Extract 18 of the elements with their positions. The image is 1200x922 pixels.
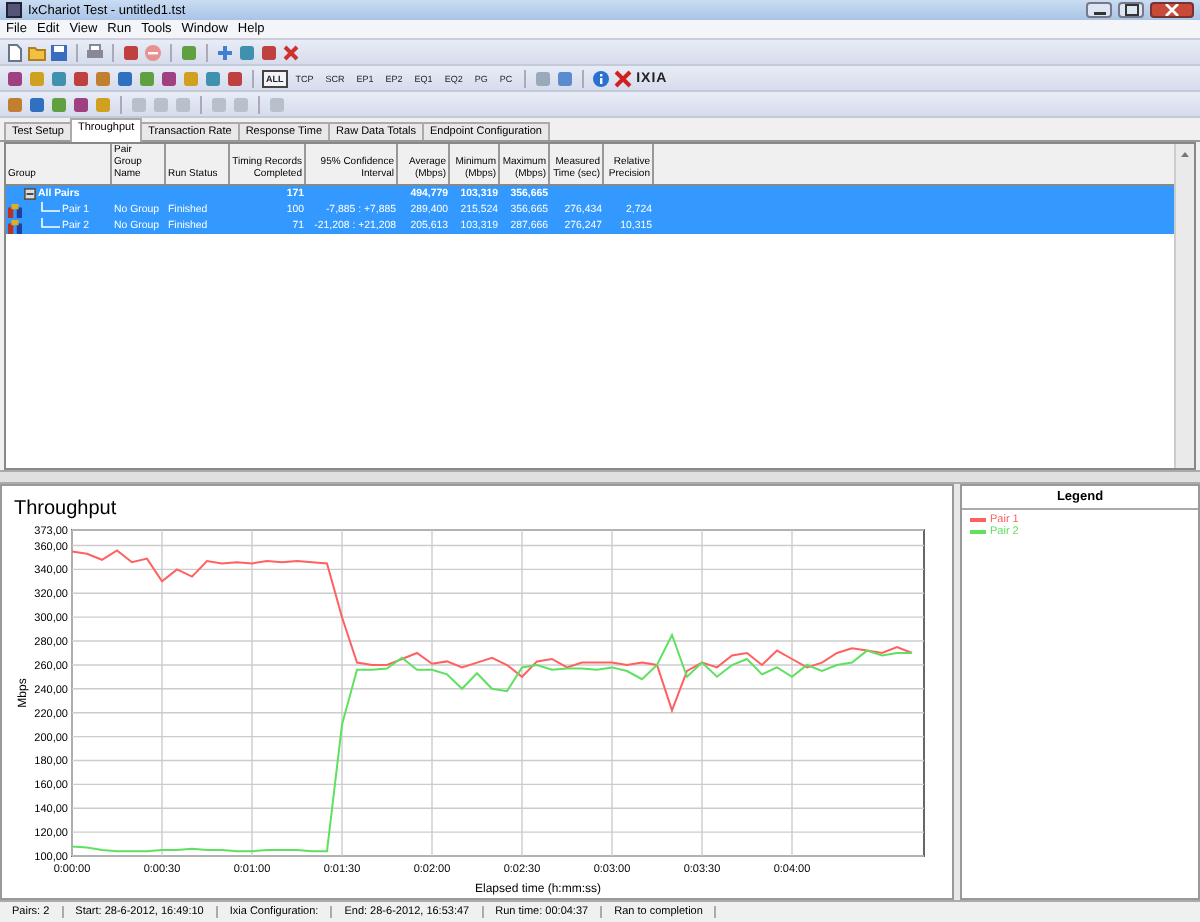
close-icon [1164,4,1180,16]
plus-icon[interactable] [216,43,234,61]
maximize-button[interactable] [1118,2,1144,18]
collapse-toggle-icon[interactable] [24,188,36,200]
splitter[interactable] [0,470,1200,484]
scroll-up-icon[interactable] [1180,150,1190,158]
scrollbar[interactable] [1174,144,1194,468]
save-icon[interactable] [50,43,68,61]
printer-icon[interactable] [86,43,104,61]
close-button[interactable] [1150,2,1194,18]
cross-icon[interactable] [282,43,300,61]
chart-title: Throughput [14,498,117,520]
app-icon [6,2,22,18]
stop-icon[interactable] [144,43,162,61]
info-icon[interactable] [592,69,611,87]
minimize-button[interactable] [1086,2,1112,18]
maximize-icon [1123,4,1139,16]
x-logo-icon [614,69,633,87]
